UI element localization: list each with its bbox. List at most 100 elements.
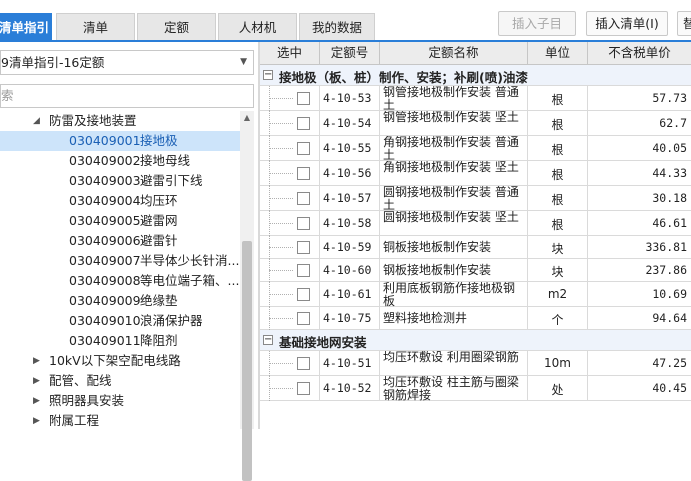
group-row[interactable]: − 基础接地网安装 — [260, 330, 691, 351]
tree-item[interactable]: 030409005 避雷网 — [0, 211, 240, 231]
header-select[interactable]: 选中 — [260, 42, 320, 64]
table-row[interactable]: 4-10-54 钢管接地极制作安装 坚土根 62.7 — [260, 111, 691, 136]
group-row[interactable]: − 接地极（板、桩）制作、安装；补刷(喷)油漆 — [260, 65, 691, 86]
top-tab-bar: 清单指引 清单 定额 人材机 我的数据 插入子目 插入清单(I) 替 — [0, 0, 691, 40]
tree-connector — [269, 123, 293, 124]
tree-item[interactable]: 030409011 降阻剂 — [0, 331, 240, 351]
cell-select[interactable] — [260, 236, 320, 259]
tree-item[interactable]: ◢ 防雷及接地装置 — [0, 111, 240, 131]
row-checkbox[interactable] — [297, 288, 310, 301]
cell-select[interactable] — [260, 282, 320, 307]
replace-button[interactable]: 替 — [677, 11, 691, 36]
tree-item-label: 半导体少长针消... — [140, 253, 240, 268]
tree-item[interactable]: ▶ 照明器具安装 — [0, 391, 240, 411]
table-row[interactable]: 4-10-60 钢板接地板制作安装 块 237.86 — [260, 259, 691, 282]
table-row[interactable]: 4-10-53 钢管接地极制作安装 普通土 根 57.73 — [260, 86, 691, 111]
table-row[interactable]: 4-10-55 角钢接地极制作安装 普通土 根 40.05 — [260, 136, 691, 161]
row-checkbox[interactable] — [297, 92, 310, 105]
group-title: 基础接地网安装 — [279, 335, 367, 350]
header-price[interactable]: 不含税单价 — [588, 42, 691, 64]
tree-item[interactable]: ▶ 10kV以下架空配电线路 — [0, 351, 240, 371]
expanded-arrow-icon[interactable]: ◢ — [33, 111, 40, 131]
collapse-icon[interactable]: − — [263, 70, 273, 80]
tree-item[interactable]: 030409010 浪涌保护器 — [0, 311, 240, 331]
header-unit[interactable]: 单位 — [528, 42, 588, 64]
table-row[interactable]: 4-10-56 角钢接地极制作安装 坚土根 44.33 — [260, 161, 691, 186]
row-checkbox[interactable] — [297, 241, 310, 254]
cell-select[interactable] — [260, 351, 320, 376]
table-row[interactable]: 4-10-57 圆钢接地极制作安装 普通土 根 30.18 — [260, 186, 691, 211]
cell-select[interactable] — [260, 186, 320, 211]
table-row[interactable]: 4-10-58 圆钢接地极制作安装 坚土根 46.61 — [260, 211, 691, 236]
cell-select[interactable] — [260, 111, 320, 136]
list-guide-tree: ◢ 防雷及接地装置 030409001 接地极 030409002 接地母线 0304090… — [0, 111, 240, 429]
price: 40.45 — [652, 381, 687, 395]
tree-item[interactable]: 030409009 绝缘垫 — [0, 291, 240, 311]
cell-select[interactable] — [260, 211, 320, 236]
table-row[interactable]: 4-10-59 铜板接地板制作安装 块 336.81 — [260, 236, 691, 259]
cell-select[interactable] — [260, 161, 320, 186]
cell-select[interactable] — [260, 86, 320, 111]
price: 237.86 — [645, 263, 687, 277]
quota-name: 钢管接地极制作安装 坚土 — [383, 111, 519, 124]
cell-quota-name: 圆钢接地极制作安装 普通土 — [380, 186, 528, 211]
tree-item-code: 030409009 — [69, 293, 141, 308]
tree-item[interactable]: ▶ 附属工程 — [0, 411, 240, 431]
cell-unit: 块 — [528, 236, 588, 258]
quota-code: 4-10-58 — [323, 216, 372, 230]
tree-item[interactable]: 030409006 避雷针 — [0, 231, 240, 251]
tab-list-guide[interactable]: 清单指引 — [0, 13, 52, 40]
row-checkbox[interactable] — [297, 142, 310, 155]
tab-labor-material-machine[interactable]: 人材机 — [218, 13, 297, 40]
table-row[interactable]: 4-10-61 利用底板钢筋作接地极钢板 m2 10.69 — [260, 282, 691, 307]
insert-child-button[interactable]: 插入子目 — [498, 11, 576, 36]
cell-select[interactable] — [260, 376, 320, 401]
collapsed-arrow-icon[interactable]: ▶ — [33, 351, 40, 371]
tree-item[interactable]: ▶ 配管、配线 — [0, 371, 240, 391]
row-checkbox[interactable] — [297, 167, 310, 180]
table-row[interactable]: 4-10-52 均压环敷设 柱主筋与圈梁钢筋焊接 处 40.45 — [260, 376, 691, 401]
tree-item[interactable]: 030409001 接地极 — [0, 131, 240, 151]
collapsed-arrow-icon[interactable]: ▶ — [33, 371, 40, 391]
table-row[interactable]: 4-10-51 均压环敷设 利用圈梁钢筋 10m 47.25 — [260, 351, 691, 376]
row-checkbox[interactable] — [297, 312, 310, 325]
chevron-down-icon[interactable]: ▼ — [240, 51, 247, 74]
price: 30.18 — [652, 191, 687, 205]
cell-unit: m2 — [528, 282, 588, 306]
scrollbar-thumb[interactable] — [242, 241, 252, 481]
collapse-icon[interactable]: − — [263, 335, 273, 345]
tree-item[interactable]: 030409007 半导体少长针消... — [0, 251, 240, 271]
collapsed-arrow-icon[interactable]: ▶ — [33, 411, 40, 431]
header-quota-name[interactable]: 定额名称 — [380, 42, 528, 64]
cell-select[interactable] — [260, 307, 320, 330]
table-row[interactable]: 4-10-75 塑料接地检测井 个 94.64 — [260, 307, 691, 330]
unit: 块 — [551, 265, 564, 279]
row-checkbox[interactable] — [297, 192, 310, 205]
row-checkbox[interactable] — [297, 217, 310, 230]
cell-select[interactable] — [260, 136, 320, 161]
header-quota-code[interactable]: 定额号 — [320, 42, 380, 64]
cell-quota-name: 钢板接地板制作安装 — [380, 259, 528, 281]
tree-item-code: 030409008 — [69, 273, 141, 288]
tree-item[interactable]: 030409004 均压环 — [0, 191, 240, 211]
collapsed-arrow-icon[interactable]: ▶ — [33, 391, 40, 411]
tree-scrollbar[interactable]: ▲ — [240, 111, 254, 481]
tree-item[interactable]: 030409003 避雷引下线 — [0, 171, 240, 191]
scroll-up-icon[interactable]: ▲ — [240, 111, 254, 125]
unit: 根 — [551, 218, 564, 232]
tab-list[interactable]: 清单 — [56, 13, 135, 40]
tree-item[interactable]: 030409008 等电位端子箱、... — [0, 271, 240, 291]
insert-list-button[interactable]: 插入清单(I) — [586, 11, 668, 36]
tab-my-data[interactable]: 我的数据 — [299, 13, 375, 40]
row-checkbox[interactable] — [297, 357, 310, 370]
row-checkbox[interactable] — [297, 264, 310, 277]
row-checkbox[interactable] — [297, 117, 310, 130]
tree-item[interactable]: 030409002 接地母线 — [0, 151, 240, 171]
library-select[interactable]: 9清单指引-16定额 ▼ — [0, 50, 254, 75]
row-checkbox[interactable] — [297, 382, 310, 395]
search-input[interactable]: 索 — [0, 84, 254, 108]
quota-name: 铜板接地板制作安装 — [383, 240, 492, 254]
cell-select[interactable] — [260, 259, 320, 282]
cell-price: 40.05 — [588, 136, 691, 160]
tab-quota[interactable]: 定额 — [137, 13, 216, 40]
